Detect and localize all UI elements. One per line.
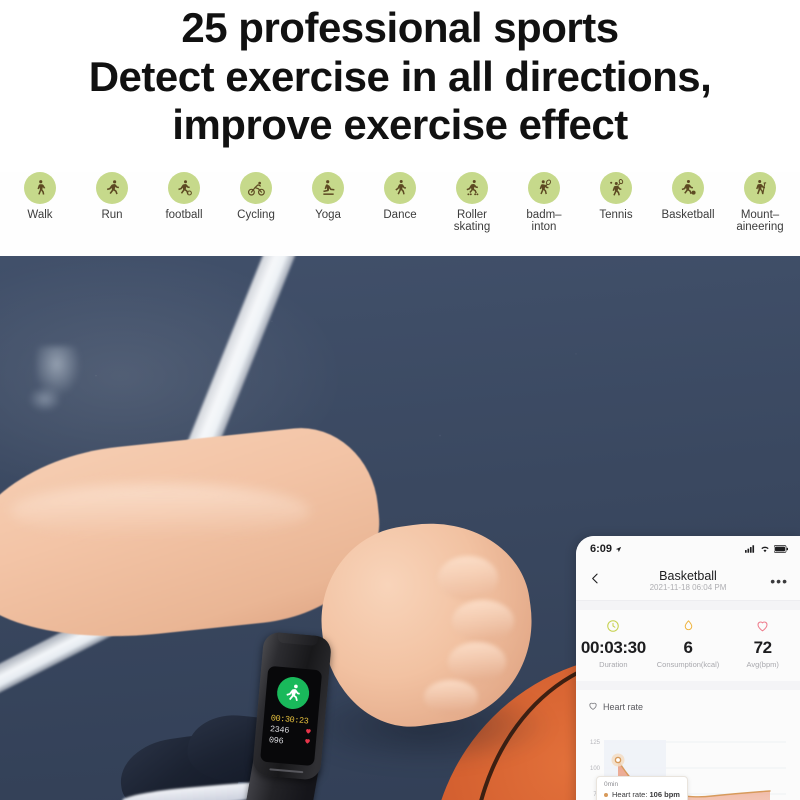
yoga-icon: [312, 172, 344, 204]
summary-stats-row: 00:03:30 Duration 6 Consumption(kcal) 72…: [576, 610, 800, 681]
watch-metrics: 00:30:23 2346 096: [268, 713, 318, 750]
sport-label: Cycling: [237, 209, 275, 221]
sport-item-basketball[interactable]: Basketball: [652, 172, 724, 221]
sport-label: Tennis: [599, 209, 633, 221]
sport-label: Roller skating: [453, 209, 491, 234]
page-subtitle: 2021-11-18 06:04 PM: [649, 582, 727, 592]
sport-item-run[interactable]: Run: [76, 172, 148, 221]
sport-item-badminton[interactable]: badm– inton: [508, 172, 580, 234]
dance-icon: [384, 172, 416, 204]
tooltip-time: 0min: [604, 780, 619, 788]
section-spacer: [576, 680, 800, 690]
basketball-icon: [672, 172, 704, 204]
headline-line-2: Detect exercise in all directions,: [88, 52, 712, 100]
sport-label: Dance: [383, 209, 417, 221]
sport-item-football[interactable]: football: [148, 172, 220, 221]
sport-label: Walk: [27, 209, 53, 221]
app-nav-bar: Basketball 2021-11-18 06:04 PM •••: [576, 562, 800, 600]
heart-outline-icon: [725, 619, 800, 636]
sport-item-roller-skating[interactable]: Roller skating: [436, 172, 508, 234]
headline-block: 25 professional sports Detect exercise i…: [0, 0, 800, 172]
watch-home-bar: [269, 768, 304, 774]
fitness-tracker-device: 00:30:23 2346 096: [251, 631, 333, 781]
watch-heart-indicators: [304, 727, 312, 745]
heart-outline-icon: [588, 698, 598, 716]
section-title: Heart rate: [603, 701, 644, 712]
status-bar: 6:09: [576, 536, 800, 562]
forearm-highlight: [10, 484, 310, 538]
walking-icon: [24, 172, 56, 204]
running-icon: [96, 172, 128, 204]
sport-label: Basketball: [661, 209, 715, 221]
stat-duration: 00:03:30 Duration: [576, 619, 651, 669]
running-figure-icon: [275, 675, 311, 711]
knuckle: [448, 642, 506, 682]
page-title: Basketball: [659, 568, 717, 583]
stat-label: Consumption(kcal): [656, 659, 720, 669]
wifi-icon: [761, 546, 769, 553]
tooltip-value: 106 bpm: [649, 790, 680, 800]
sport-label: Yoga: [315, 209, 341, 221]
headline-line-1: 25 professional sports: [181, 4, 619, 51]
sport-item-yoga[interactable]: Yoga: [292, 172, 364, 221]
heart-rate-chart[interactable]: 125 100 75 50 25 0: [580, 721, 794, 800]
sport-item-tennis[interactable]: Tennis: [580, 172, 652, 221]
knuckle: [438, 556, 498, 600]
football-icon: [168, 172, 200, 204]
heart-icon: [306, 729, 311, 734]
sport-label: badm– inton: [526, 209, 562, 234]
location-arrow-icon: [615, 546, 622, 552]
heart-rate-section-header: Heart rate: [576, 689, 800, 722]
watch-screen[interactable]: 00:30:23 2346 096: [260, 665, 323, 767]
status-bar-time-group: 6:09: [590, 543, 622, 555]
knuckle: [452, 600, 514, 642]
phone-app-screenshot: 6:09 Basketball 2021-11-18 06:04 PM ••• …: [576, 536, 800, 800]
back-arrow-icon[interactable]: [588, 571, 608, 591]
chart-point: [614, 756, 622, 763]
stat-avg-bpm: 72 Avg(bpm): [725, 619, 800, 669]
stat-value: 00:03:30: [580, 638, 646, 657]
stat-label: Duration: [599, 659, 628, 669]
sports-icon-strip: Walk Run football Cycling Yoga Dance Rol…: [0, 172, 800, 256]
court-scuff-mark: [28, 386, 62, 412]
tooltip-series-dot: [604, 792, 608, 797]
knuckle: [424, 680, 478, 714]
flame-icon: [651, 619, 726, 636]
roller-skating-icon: [456, 172, 488, 204]
stat-label: Avg(bpm): [746, 659, 779, 669]
sport-item-dance[interactable]: Dance: [364, 172, 436, 221]
svg-text:125: 125: [590, 740, 601, 746]
sport-label: football: [165, 209, 203, 221]
badminton-icon: [528, 172, 560, 204]
tooltip-label: Heart rate: 106 bpm: [612, 790, 680, 800]
stat-value: 72: [753, 638, 773, 657]
sport-label: Run: [101, 209, 123, 221]
heart-icon: [305, 739, 310, 744]
hero-photo: 00:30:23 2346 096 6:09 Basketball 2021-1…: [0, 256, 800, 800]
clock-icon: [576, 619, 651, 636]
cellular-signal-icon: [745, 545, 755, 553]
sport-label: Mount– aineering: [736, 209, 784, 234]
stat-value: 6: [683, 638, 693, 657]
battery-icon: [774, 545, 788, 553]
mountaineering-icon: [744, 172, 776, 204]
tennis-icon: [600, 172, 632, 204]
status-time: 6:09: [590, 543, 613, 555]
sport-item-cycling[interactable]: Cycling: [220, 172, 292, 221]
headline-line-3: improve exercise effect: [172, 101, 628, 149]
nav-title-group: Basketball 2021-11-18 06:04 PM: [576, 569, 800, 594]
stat-consumption: 6 Consumption(kcal): [651, 619, 726, 669]
sport-item-walk[interactable]: Walk: [4, 172, 76, 221]
section-spacer: [576, 601, 800, 610]
svg-text:100: 100: [590, 766, 601, 772]
more-options-icon[interactable]: •••: [770, 574, 788, 588]
chart-tooltip: 0min Heart rate: 106 bpm: [596, 775, 688, 800]
cycling-icon: [240, 172, 272, 204]
status-bar-icons: [745, 545, 788, 553]
sport-item-mountaineering[interactable]: Mount– aineering: [724, 172, 796, 234]
tooltip-row: Heart rate: 106 bpm: [604, 790, 680, 799]
